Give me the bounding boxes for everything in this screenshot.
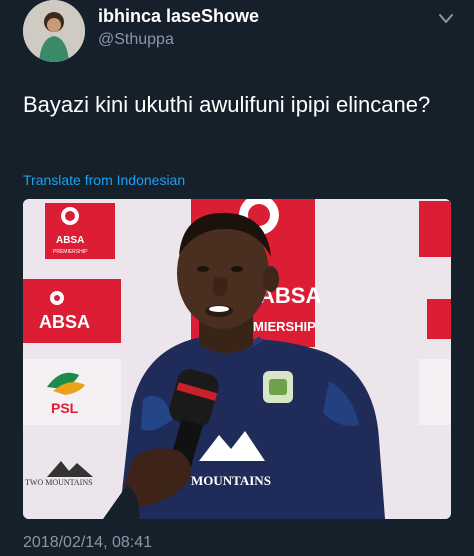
tweet-text: Bayazi kini ukuthi awulifuni ipipi elinc… (23, 92, 431, 117)
backdrop-premiership-small: PREMIERSHIP (53, 249, 88, 255)
avatar-image (23, 0, 85, 62)
backdrop-miership: MIERSHIP (253, 319, 316, 334)
backdrop-absa-big: ABSA (39, 312, 90, 332)
avatar[interactable] (23, 0, 85, 62)
tweet-timestamp: 2018/02/14, 08:41 (23, 534, 153, 551)
author-handle[interactable]: @Sthuppa (98, 31, 174, 49)
author-display-name[interactable]: ibhinca laseShowe (98, 6, 259, 27)
translate-link[interactable]: Translate from Indonesian (23, 172, 185, 188)
backdrop-two-mountains: TWO MOUNTAINS (25, 478, 93, 487)
shirt-logo-text: MOUNTAINS (191, 473, 271, 488)
backdrop-psl: PSL (51, 400, 79, 416)
media-photo: ABSA PREMIERSHIP ABSA PSL TWO MOUNTAINS … (23, 199, 451, 519)
backdrop-absa-small: ABSA (56, 235, 84, 246)
tweet-media[interactable]: ABSA PREMIERSHIP ABSA PSL TWO MOUNTAINS … (23, 199, 451, 519)
chevron-down-icon[interactable] (436, 12, 456, 26)
